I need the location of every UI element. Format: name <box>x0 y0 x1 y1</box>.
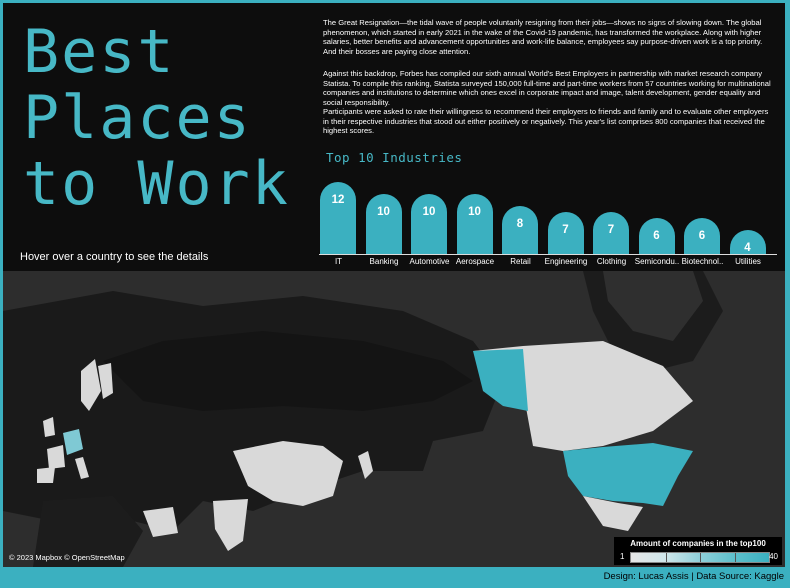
industry-bar-value: 4 <box>744 242 751 254</box>
title-line-2: Places <box>23 83 252 153</box>
industry-bar-value: 12 <box>331 194 345 206</box>
legend-min: 1 <box>620 552 625 561</box>
industry-bar-label: Automotive <box>409 257 450 266</box>
country-france[interactable] <box>47 445 65 469</box>
industry-bar-value: 10 <box>377 206 390 218</box>
industry-bar-label: IT <box>334 257 343 266</box>
industry-bar[interactable]: 7 <box>547 212 584 254</box>
industry-bar-label: Retail <box>510 257 531 266</box>
industry-bar-value: 7 <box>607 224 615 236</box>
intro-paragraph-2: Against this backdrop, Forbes has compil… <box>323 69 771 107</box>
info-panel: The Great Resignation—the tidal wave of … <box>311 3 785 271</box>
country-spain[interactable] <box>37 467 55 483</box>
hover-hint: Hover over a country to see the details <box>20 251 209 263</box>
industry-bar[interactable]: 10 <box>456 194 493 254</box>
industry-bar-label: Clothing <box>596 257 627 266</box>
map-legend: Amount of companies in the top100 1 40 <box>614 537 782 565</box>
industry-bar-value: 10 <box>422 206 436 218</box>
industry-bar[interactable]: 6 <box>638 218 675 254</box>
intro-paragraph-3: Participants were asked to rate their wi… <box>323 107 769 135</box>
industry-bar[interactable]: 12 <box>320 182 356 254</box>
title-line-1: Best <box>23 17 176 87</box>
industry-bar-label: Aerospace <box>455 257 495 266</box>
legend-color-scale <box>630 552 770 563</box>
industry-bar-value: 6 <box>698 230 706 242</box>
industry-bar-value: 7 <box>562 224 569 236</box>
world-map[interactable]: © 2023 Mapbox © OpenStreetMap Amount of … <box>3 271 785 567</box>
industry-bar-label: Biotechnol.. <box>681 257 724 266</box>
industry-bar[interactable]: 4 <box>729 230 766 254</box>
industry-bar[interactable]: 7 <box>593 212 629 254</box>
industry-bar[interactable]: 6 <box>684 218 720 254</box>
footer-credits: Design: Lucas Assis | Data Source: Kaggl… <box>603 571 784 582</box>
page-title: Best Places to Work <box>23 19 290 217</box>
industry-bar-label: Semicondu.. <box>634 257 680 266</box>
industry-bar-value: 8 <box>516 218 524 230</box>
industry-bar-value: 10 <box>468 206 481 218</box>
industry-bar[interactable]: 10 <box>411 194 447 254</box>
chart-baseline <box>319 254 777 255</box>
legend-title: Amount of companies in the top100 <box>630 539 766 548</box>
title-line-3: to Work <box>23 149 290 219</box>
intro-paragraph-1: The Great Resignation—the tidal wave of … <box>323 18 763 56</box>
industry-bar[interactable]: 8 <box>502 206 538 254</box>
industry-bar[interactable]: 10 <box>365 194 402 254</box>
dashboard: © 2023 Mapbox © OpenStreetMap Amount of … <box>3 3 785 567</box>
industry-bar-label: Banking <box>369 257 399 266</box>
title-panel: Best Places to Work Hover over a country… <box>3 3 311 271</box>
industry-bar-value: 6 <box>653 230 660 242</box>
industry-bar-label: Engineering <box>544 257 588 266</box>
industries-bar-chart: 12 IT 10 Banking 10 Automotive 10 Aerospace 8 Ret… <box>311 173 785 271</box>
map-credit[interactable]: © 2023 Mapbox © OpenStreetMap <box>9 553 125 562</box>
industries-chart-title: Top 10 Industries <box>326 150 463 165</box>
map-canvas[interactable] <box>3 271 785 567</box>
industry-bar-label: Utilities <box>735 257 761 266</box>
legend-max: 40 <box>769 552 778 561</box>
